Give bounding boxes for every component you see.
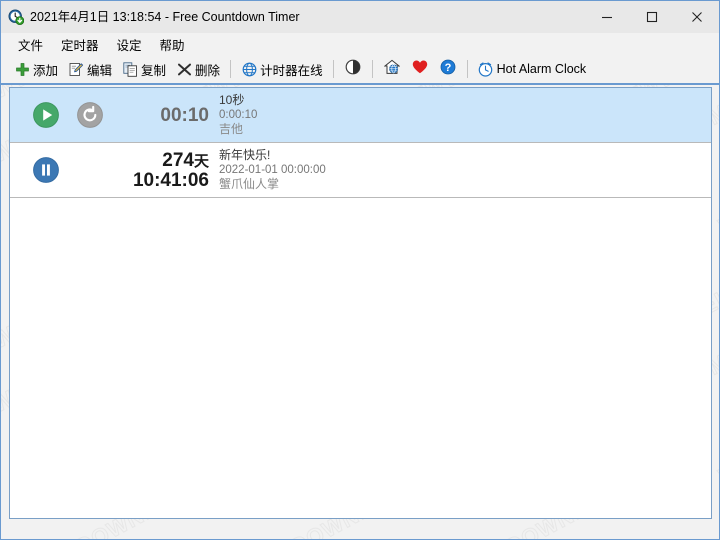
row-time-primary: 00:10 xyxy=(160,104,209,126)
row-time: 00:10 xyxy=(122,106,216,125)
repeat-icon[interactable] xyxy=(76,101,104,129)
row-title: 10秒 xyxy=(219,93,245,108)
row-controls xyxy=(10,156,122,184)
row-sound: 吉他 xyxy=(219,122,244,137)
hot-alarm-clock-button[interactable]: Hot Alarm Clock xyxy=(473,57,592,81)
toolbar-separator xyxy=(466,60,468,78)
pause-icon[interactable] xyxy=(32,156,60,184)
home-globe-icon xyxy=(383,59,401,80)
favorite-button[interactable] xyxy=(408,57,432,81)
toolbar-divider xyxy=(1,83,719,85)
menu-file[interactable]: 文件 xyxy=(10,33,51,56)
timer-list[interactable]: 00:10 10秒 0:00:10 吉他 274天 10:41:06 新年快乐!… xyxy=(9,87,712,519)
maximize-button[interactable] xyxy=(629,1,674,33)
toolbar-separator xyxy=(332,60,334,78)
play-icon[interactable] xyxy=(32,101,60,129)
timer-list-row[interactable]: 274天 10:41:06 新年快乐! 2022-01-01 00:00:00 … xyxy=(10,143,711,198)
copy-button[interactable]: 复制 xyxy=(117,57,171,81)
toolbar-separator xyxy=(230,60,232,78)
svg-text:?: ? xyxy=(444,62,451,74)
copy-icon xyxy=(122,61,138,77)
copy-button-label: 复制 xyxy=(141,63,167,78)
heart-icon xyxy=(412,59,428,80)
row-controls xyxy=(10,101,122,129)
menu-settings[interactable]: 设定 xyxy=(109,33,150,56)
watermark-text: WWW.WEIDOWN.COM xyxy=(714,348,719,489)
edit-button-label: 编辑 xyxy=(87,63,113,78)
edit-button[interactable]: 编辑 xyxy=(63,57,117,81)
row-title: 新年快乐! xyxy=(219,148,271,163)
row-time-secondary: 10:41:06 xyxy=(132,169,209,191)
help-button[interactable]: ? xyxy=(436,57,460,81)
add-button-label: 添加 xyxy=(33,63,59,78)
menu-help[interactable]: 帮助 xyxy=(152,33,193,56)
window-title: 2021年4月1日 13:18:54 - Free Countdown Time… xyxy=(30,10,300,24)
plus-icon xyxy=(14,61,30,77)
hot-alarm-clock-label: Hot Alarm Clock xyxy=(496,62,587,76)
online-timer-button[interactable]: 计时器在线 xyxy=(236,57,328,81)
row-detail: 10秒 0:00:10 吉他 xyxy=(216,93,711,137)
contrast-half-circle-icon xyxy=(345,59,361,80)
row-subtitle: 0:00:10 xyxy=(219,108,258,121)
title-bar: 2021年4月1日 13:18:54 - Free Countdown Time… xyxy=(1,1,719,33)
add-button[interactable]: 添加 xyxy=(9,57,63,81)
menu-bar: 文件 定时器 设定 帮助 xyxy=(1,33,719,55)
toolbar-separator xyxy=(371,60,373,78)
row-sound: 蟹爪仙人掌 xyxy=(219,177,280,192)
delete-button-label: 删除 xyxy=(195,63,221,78)
x-icon xyxy=(176,61,192,77)
toolbar: 添加 编辑 复制 删除 计时器在线 ? Hot Alarm Clock xyxy=(1,55,719,83)
row-time-unit: 天 xyxy=(193,152,209,170)
alarm-clock-icon xyxy=(478,61,494,77)
minimize-button[interactable] xyxy=(584,1,629,33)
clock-download-icon xyxy=(8,9,25,26)
menu-timer[interactable]: 定时器 xyxy=(53,33,107,56)
online-timer-label: 计时器在线 xyxy=(260,63,323,78)
watermark-text: WWW.WEIDOWN.COM xyxy=(714,98,719,239)
delete-button[interactable]: 删除 xyxy=(171,57,225,81)
row-subtitle: 2022-01-01 00:00:00 xyxy=(219,163,326,176)
question-mark-icon: ? xyxy=(440,59,456,80)
timer-list-row[interactable]: 00:10 10秒 0:00:10 吉他 xyxy=(10,88,711,143)
row-time-primary: 274天 xyxy=(162,149,209,171)
close-button[interactable] xyxy=(674,1,719,33)
contrast-toggle-button[interactable] xyxy=(341,57,365,81)
row-detail: 新年快乐! 2022-01-01 00:00:00 蟹爪仙人掌 xyxy=(216,148,711,192)
app-window: WWW.WEIDOWN.COMWWW.WEIDOWN.COMWWW.WEIDOW… xyxy=(0,0,720,540)
home-page-button[interactable] xyxy=(380,57,404,81)
edit-pencil-icon xyxy=(68,61,84,77)
row-time: 274天 10:41:06 xyxy=(122,151,216,190)
globe-icon xyxy=(241,61,257,77)
window-controls xyxy=(584,1,719,33)
